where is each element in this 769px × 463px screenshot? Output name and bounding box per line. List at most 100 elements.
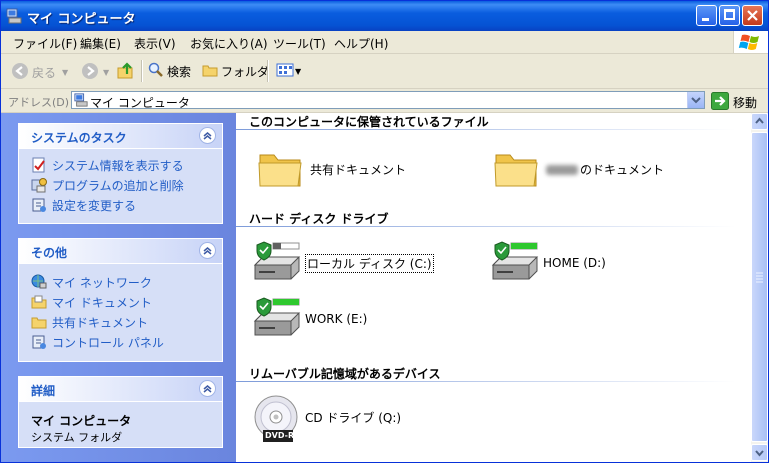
hard-drive-icon bbox=[251, 241, 301, 285]
content-pane: このコンピュータに保管されているファイル 共有ドキュメント のドキュメント ハー… bbox=[236, 113, 751, 462]
collapse-icon[interactable] bbox=[199, 380, 216, 397]
drive-usage-fill bbox=[273, 243, 281, 249]
details-panel: 詳細 マイ コンピュータ システム フォルダ bbox=[18, 376, 223, 448]
other-places-header[interactable]: その他 bbox=[19, 239, 222, 264]
task-label: 設定を変更する bbox=[52, 198, 137, 213]
folders-icon bbox=[202, 62, 218, 81]
toolbar-separator bbox=[267, 60, 269, 82]
search-button[interactable]: 検索 bbox=[148, 62, 191, 81]
explorer-window: マイ コンピュータ ファイル(F) 編集(E) 表示(V) お気に入り(A) ツ… bbox=[0, 0, 769, 463]
windows-logo-icon bbox=[733, 31, 768, 53]
go-button[interactable]: 移動 bbox=[711, 92, 757, 113]
task-label: プログラムの追加と削除 bbox=[52, 178, 184, 193]
system-tasks-panel: システムのタスク システム情報を表示する プログラムの追加と削除 設定を変更する bbox=[18, 123, 223, 224]
address-label: アドレス(D) bbox=[8, 96, 70, 109]
scroll-down-button[interactable] bbox=[751, 444, 768, 461]
system-info-icon bbox=[31, 157, 47, 173]
vertical-scrollbar[interactable] bbox=[751, 113, 768, 462]
drive-usage-fill bbox=[273, 299, 299, 305]
forward-dropdown-icon[interactable]: ▼ bbox=[103, 68, 109, 77]
back-label: 戻る bbox=[32, 66, 57, 80]
details-header[interactable]: 詳細 bbox=[19, 377, 222, 402]
user-documents-folder[interactable]: のドキュメント bbox=[492, 147, 664, 191]
place-my-documents[interactable]: マイ ドキュメント bbox=[19, 292, 222, 312]
folder-icon bbox=[492, 147, 540, 191]
standard-toolbar: 戻る ▼ ▼ 検索 フォルダ ▼ bbox=[1, 54, 768, 89]
stored-files-heading: このコンピュータに保管されているファイル bbox=[249, 115, 489, 129]
details-type: システム フォルダ bbox=[31, 431, 123, 444]
my-documents-icon bbox=[31, 294, 47, 310]
group-divider bbox=[236, 381, 736, 382]
menu-bar: ファイル(F) 編集(E) 表示(V) お気に入り(A) ツール(T) ヘルプ(… bbox=[1, 31, 768, 54]
scroll-up-button[interactable] bbox=[751, 113, 768, 130]
my-computer-icon bbox=[6, 8, 22, 24]
menu-favorites[interactable]: お気に入り(A) bbox=[190, 35, 268, 52]
shared-documents-folder[interactable]: 共有ドキュメント bbox=[256, 147, 406, 191]
shared-documents-label: 共有ドキュメント bbox=[310, 162, 407, 177]
forward-button[interactable]: ▼ bbox=[81, 62, 109, 83]
task-add-remove-programs[interactable]: プログラムの追加と削除 bbox=[19, 175, 222, 195]
system-tasks-header[interactable]: システムのタスク bbox=[19, 124, 222, 149]
group-divider bbox=[236, 129, 736, 130]
removable-heading: リムーバブル記憶域があるデバイス bbox=[249, 367, 441, 381]
scroll-thumb[interactable] bbox=[751, 132, 768, 442]
maximize-button[interactable] bbox=[719, 5, 740, 26]
menu-file[interactable]: ファイル(F) bbox=[13, 35, 77, 52]
collapse-icon[interactable] bbox=[199, 242, 216, 259]
user-documents-label: のドキュメント bbox=[546, 161, 664, 178]
chevron-down-icon bbox=[755, 450, 764, 457]
menu-edit[interactable]: 編集(E) bbox=[80, 35, 121, 52]
back-dropdown-icon[interactable]: ▼ bbox=[62, 68, 68, 77]
network-icon bbox=[31, 274, 47, 290]
menu-help[interactable]: ヘルプ(H) bbox=[334, 35, 388, 52]
views-icon bbox=[276, 62, 294, 81]
search-label: 検索 bbox=[167, 65, 192, 79]
other-places-title: その他 bbox=[31, 246, 68, 260]
drive-label: ローカル ディスク (C:) bbox=[305, 253, 434, 273]
task-view-system-info[interactable]: システム情報を表示する bbox=[19, 155, 222, 175]
folders-button[interactable]: フォルダ bbox=[202, 62, 269, 81]
cd-drive-q[interactable]: DVD-R CD ドライブ (Q:) bbox=[251, 395, 402, 442]
views-button[interactable]: ▼ bbox=[276, 62, 301, 81]
address-dropdown-button[interactable] bbox=[687, 92, 704, 108]
close-button[interactable] bbox=[742, 5, 763, 26]
cd-drive-label: CD ドライブ (Q:) bbox=[305, 410, 402, 425]
address-field[interactable]: マイ コンピュータ bbox=[71, 91, 705, 110]
menu-tools[interactable]: ツール(T) bbox=[273, 35, 326, 52]
folders-label: フォルダ bbox=[221, 65, 270, 79]
collapse-icon[interactable] bbox=[199, 127, 216, 144]
menu-view[interactable]: 表示(V) bbox=[134, 35, 176, 52]
up-folder-button[interactable] bbox=[117, 62, 135, 83]
chevron-up-icon bbox=[755, 117, 764, 124]
title-bar[interactable]: マイ コンピュータ bbox=[1, 1, 768, 31]
go-arrow-icon bbox=[711, 92, 729, 113]
details-name: マイ コンピュータ bbox=[31, 414, 132, 428]
forward-arrow-icon bbox=[81, 62, 99, 83]
window-title: マイ コンピュータ bbox=[27, 12, 136, 27]
task-label: マイ ドキュメント bbox=[52, 295, 152, 310]
drive-c[interactable]: ローカル ディスク (C:) bbox=[251, 241, 434, 285]
task-change-settings[interactable]: 設定を変更する bbox=[19, 195, 222, 215]
hard-drives-heading: ハード ディスク ドライブ bbox=[249, 212, 389, 226]
hard-drive-icon bbox=[251, 297, 301, 341]
task-pane: システムのタスク システム情報を表示する プログラムの追加と削除 設定を変更する… bbox=[1, 113, 236, 462]
back-button[interactable]: 戻る ▼ bbox=[11, 62, 68, 83]
task-label: コントロール パネル bbox=[52, 335, 164, 350]
address-value: マイ コンピュータ bbox=[90, 96, 190, 110]
task-label: システム情報を表示する bbox=[52, 158, 184, 173]
place-my-network[interactable]: マイ ネットワーク bbox=[19, 272, 222, 292]
minimize-button[interactable] bbox=[696, 5, 717, 26]
group-divider bbox=[236, 226, 736, 227]
drive-usage-fill bbox=[511, 243, 537, 249]
go-label: 移動 bbox=[733, 96, 758, 110]
add-remove-programs-icon bbox=[31, 177, 47, 193]
drive-e[interactable]: WORK (E:) bbox=[251, 297, 367, 341]
disc-badge: DVD-R bbox=[265, 431, 295, 440]
my-computer-icon bbox=[74, 93, 88, 110]
hard-drive-icon bbox=[489, 241, 539, 285]
chevron-down-icon bbox=[691, 97, 701, 104]
drive-d[interactable]: HOME (D:) bbox=[489, 241, 606, 285]
place-shared-documents[interactable]: 共有ドキュメント bbox=[19, 312, 222, 332]
task-label: 共有ドキュメント bbox=[52, 315, 149, 330]
place-control-panel[interactable]: コントロール パネル bbox=[19, 332, 222, 352]
